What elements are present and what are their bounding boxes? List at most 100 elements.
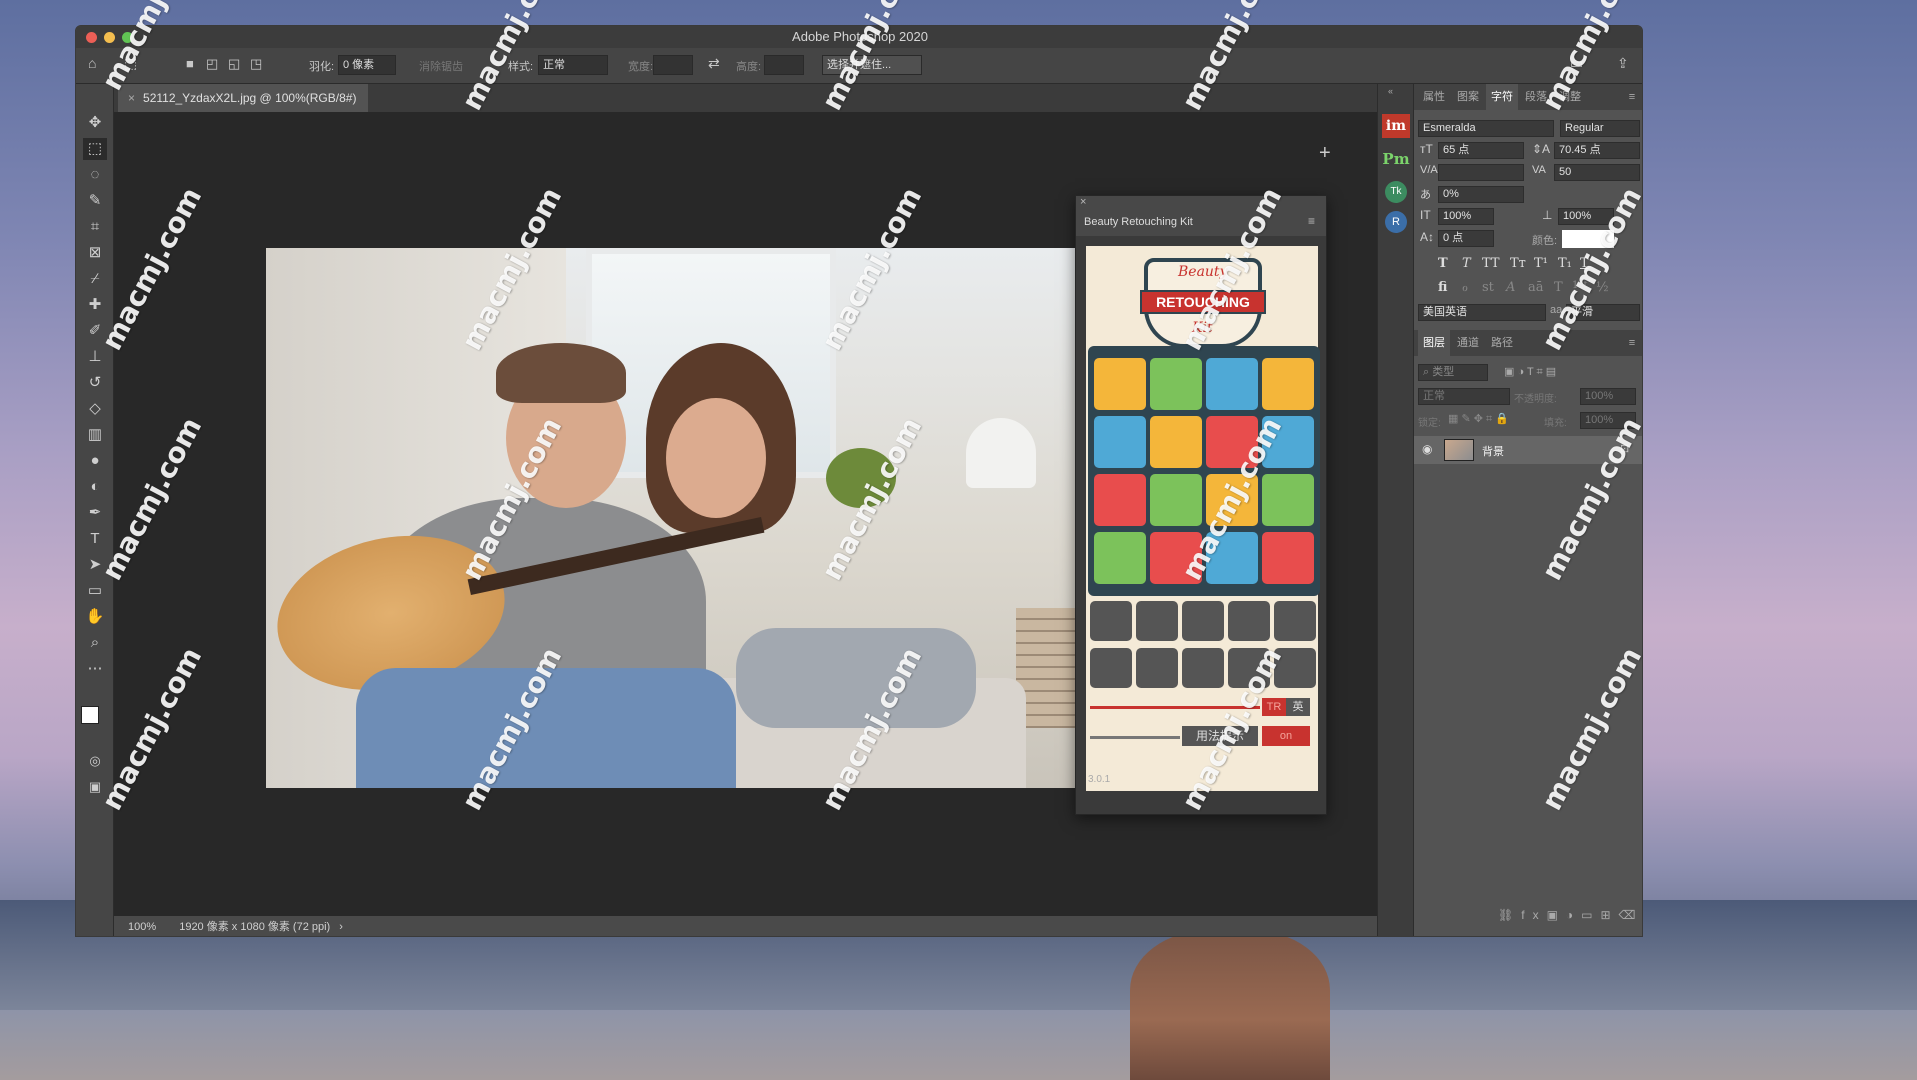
layer-filter-icons[interactable]: ▣ ◑ T ⌗ ▤ bbox=[1504, 365, 1556, 379]
tab-patterns[interactable]: 图案 bbox=[1452, 84, 1484, 110]
share-icon[interactable]: ⇪ bbox=[1617, 55, 1629, 72]
language-select[interactable]: 美国英语 bbox=[1418, 304, 1546, 321]
marquee-icon[interactable]: ⬚ bbox=[83, 138, 107, 160]
grey-sphere-icon[interactable] bbox=[1136, 601, 1178, 641]
stamp-icon[interactable]: ⊥ bbox=[83, 346, 107, 368]
layer-footer-icons[interactable]: ⛓fx▣◑▭⊞⌫ bbox=[1498, 908, 1642, 922]
half-sphere-icon[interactable] bbox=[1182, 601, 1224, 641]
tab-character[interactable]: 字符 bbox=[1486, 84, 1518, 110]
home-icon[interactable]: ⌂ bbox=[88, 55, 96, 71]
compact-powder-icon[interactable] bbox=[1150, 358, 1202, 410]
plugin-im-icon[interactable]: im bbox=[1382, 114, 1410, 138]
brush-tool-icon[interactable] bbox=[1090, 648, 1132, 688]
foundation-bottle-icon[interactable] bbox=[1206, 358, 1258, 410]
lock-icons[interactable]: ▦ ✎ ✥ ⌗ 🔒 bbox=[1448, 412, 1509, 426]
close-tab-icon[interactable]: × bbox=[128, 91, 135, 105]
move-icon[interactable]: ✥ bbox=[83, 112, 107, 134]
ligatures-button[interactable]: fi bbox=[1438, 280, 1447, 295]
minimize-window-button[interactable] bbox=[104, 32, 115, 43]
plugin-close-icon[interactable]: × bbox=[1080, 196, 1086, 208]
faux-bold-button[interactable]: T bbox=[1438, 256, 1448, 271]
antialias-checkbox[interactable]: 消除锯齿 bbox=[419, 58, 463, 74]
blend-mode-select[interactable]: 正常 bbox=[1418, 388, 1510, 405]
all-caps-button[interactable]: TT bbox=[1482, 256, 1500, 271]
vertical-scale-input[interactable]: 100% bbox=[1438, 208, 1494, 225]
blur-icon[interactable]: ● bbox=[83, 450, 107, 472]
feather-input[interactable]: 0 像素 bbox=[338, 55, 396, 75]
hand-icon[interactable]: ✋ bbox=[83, 606, 107, 628]
stylistic-alternates-button[interactable]: aā bbox=[1528, 280, 1544, 295]
quick-select-icon[interactable]: ✎ bbox=[83, 190, 107, 212]
zoom-level[interactable]: 100% bbox=[128, 921, 156, 933]
swash-button[interactable]: A bbox=[1506, 280, 1515, 295]
new-selection-icon[interactable]: ■ bbox=[186, 56, 194, 71]
pen-icon[interactable]: ✒ bbox=[83, 502, 107, 524]
document-tab[interactable]: × 52112_YzdaxX2L.jpg @ 100%(RGB/8#) bbox=[118, 84, 369, 112]
lipstick-brush-icon[interactable] bbox=[1150, 474, 1202, 526]
font-family-select[interactable]: Esmeralda bbox=[1418, 120, 1554, 137]
layer-filter-select[interactable]: ⌕ 类型 bbox=[1418, 364, 1488, 381]
toggle-on-button[interactable]: on bbox=[1262, 726, 1310, 746]
plugin-menu-icon[interactable]: ≡ bbox=[1308, 214, 1315, 228]
opacity-input[interactable]: 100% bbox=[1580, 388, 1636, 405]
foreground-color-swatch[interactable] bbox=[81, 706, 99, 724]
type-icon[interactable]: T bbox=[83, 528, 107, 550]
bandage-icon[interactable] bbox=[1136, 648, 1178, 688]
layers-menu-icon[interactable]: ≡ bbox=[1622, 330, 1642, 356]
tab-properties[interactable]: 属性 bbox=[1418, 84, 1450, 110]
tracking-input[interactable]: 50 bbox=[1554, 164, 1640, 181]
history-brush-icon[interactable]: ↺ bbox=[83, 372, 107, 394]
leading-input[interactable]: 70.45 点 bbox=[1554, 142, 1640, 159]
tsume-input[interactable]: 0% bbox=[1438, 186, 1524, 203]
more-icon[interactable]: ⋯ bbox=[83, 658, 107, 680]
crop-icon[interactable]: ⌗ bbox=[83, 216, 107, 238]
eyedropper-icon[interactable]: ⌿ bbox=[83, 268, 107, 290]
zoom-icon[interactable]: ⌕ bbox=[83, 632, 107, 654]
frame-icon[interactable]: ⊠ bbox=[83, 242, 107, 264]
mascara-icon[interactable] bbox=[1150, 416, 1202, 468]
light-diamond-icon[interactable] bbox=[1228, 601, 1270, 641]
panel-menu-icon[interactable]: ≡ bbox=[1622, 84, 1642, 110]
dodge-icon[interactable]: ◐ bbox=[83, 476, 107, 498]
lipstick-icon[interactable] bbox=[1094, 532, 1146, 584]
kerning-input[interactable] bbox=[1438, 164, 1524, 181]
language-tr-button[interactable]: TR bbox=[1262, 698, 1286, 716]
language-en-button[interactable]: 英 bbox=[1286, 698, 1310, 716]
status-menu-arrow[interactable]: › bbox=[339, 921, 343, 933]
contextual-alternates-button[interactable]: ℴ bbox=[1462, 280, 1468, 295]
subtract-selection-icon[interactable]: ◱ bbox=[228, 56, 240, 72]
healing-brush-icon[interactable]: ✚ bbox=[83, 294, 107, 316]
highlighter-icon[interactable] bbox=[1262, 532, 1314, 584]
dark-diamond-icon[interactable] bbox=[1274, 601, 1316, 641]
tab-paths[interactable]: 路径 bbox=[1486, 330, 1518, 356]
subscript-button[interactable]: T₁ bbox=[1558, 256, 1572, 271]
eraser-icon[interactable]: ◇ bbox=[83, 398, 107, 420]
layer-name[interactable]: 背景 bbox=[1482, 443, 1504, 459]
baseline-input[interactable]: 0 点 bbox=[1438, 230, 1494, 247]
concealer-bottle-icon[interactable] bbox=[1262, 358, 1314, 410]
add-selection-icon[interactable]: ◰ bbox=[206, 56, 218, 72]
dark-sphere-icon[interactable] bbox=[1090, 601, 1132, 641]
plugin-r-icon[interactable]: R bbox=[1385, 211, 1407, 233]
spray-bottle-icon[interactable] bbox=[1262, 474, 1314, 526]
gradient-icon[interactable]: ▥ bbox=[83, 424, 107, 446]
superscript-button[interactable]: T¹ bbox=[1534, 256, 1548, 271]
lasso-icon[interactable]: ◌ bbox=[83, 164, 107, 186]
width-input[interactable] bbox=[653, 55, 693, 75]
eye-icon[interactable] bbox=[1094, 474, 1146, 526]
tab-layers[interactable]: 图层 bbox=[1418, 330, 1450, 356]
style-select[interactable]: 正常 bbox=[538, 55, 608, 75]
intersect-selection-icon[interactable]: ◳ bbox=[250, 56, 262, 72]
collapse-icon[interactable]: « bbox=[1388, 86, 1393, 96]
add-bottle-icon[interactable] bbox=[1094, 416, 1146, 468]
cotton-pad-icon[interactable] bbox=[1094, 358, 1146, 410]
opacity-slider[interactable] bbox=[1090, 736, 1180, 739]
discretionary-ligatures-button[interactable]: st bbox=[1482, 280, 1494, 295]
plugin-pm-icon[interactable]: Pm bbox=[1382, 146, 1410, 172]
quick-mask-icon[interactable]: ◎ bbox=[83, 750, 107, 772]
close-window-button[interactable] bbox=[86, 32, 97, 43]
small-caps-button[interactable]: Tт bbox=[1510, 256, 1526, 271]
check-icon[interactable] bbox=[1182, 648, 1224, 688]
height-input[interactable] bbox=[764, 55, 804, 75]
font-size-input[interactable]: 65 点 bbox=[1438, 142, 1524, 159]
